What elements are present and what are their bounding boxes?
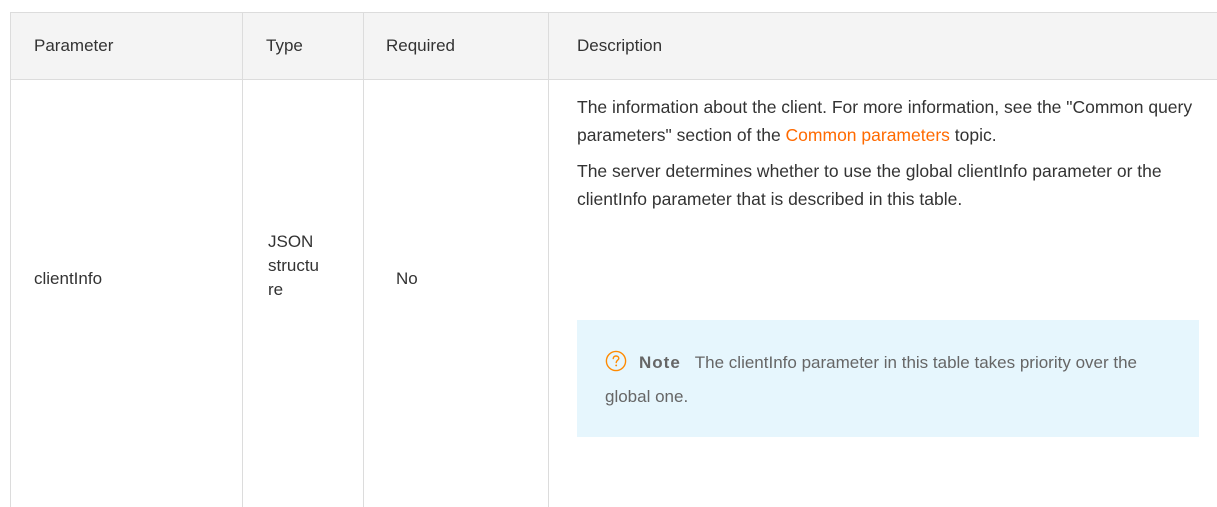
common-parameters-link[interactable]: Common parameters: [786, 125, 950, 145]
column-divider: [548, 12, 549, 507]
description-paragraph: The information about the client. For mo…: [577, 93, 1197, 149]
note-text: The clientInfo parameter in this table t…: [605, 353, 1137, 406]
column-divider: [363, 12, 364, 507]
cell-type: JSON structu re: [268, 230, 358, 302]
note-label: Note: [639, 353, 681, 372]
note-content: Note The clientInfo parameter in this tab…: [605, 348, 1169, 412]
description-text: topic.: [949, 125, 997, 145]
column-divider: [10, 12, 11, 507]
table-header-row: Parameter Type Required Description: [10, 12, 1217, 80]
cell-type-line: re: [268, 280, 284, 299]
header-parameter: Parameter: [34, 36, 114, 55]
column-divider: [242, 12, 243, 507]
header-description: Description: [577, 36, 663, 55]
cell-required: No: [396, 269, 418, 288]
parameters-table: Parameter Type Required Description clie…: [10, 12, 1217, 507]
cell-parameter: clientInfo: [34, 269, 103, 288]
description-paragraph: The server determines whether to use the…: [577, 161, 1162, 209]
cell-description: The information about the client. For mo…: [577, 93, 1197, 213]
question-circle-icon: [605, 350, 627, 382]
header-required: Required: [386, 36, 455, 55]
cell-type-line: JSON: [268, 232, 314, 251]
header-type: Type: [266, 36, 303, 55]
cell-type-line: structu: [268, 256, 320, 275]
note-box: Note The clientInfo parameter in this tab…: [577, 320, 1199, 437]
